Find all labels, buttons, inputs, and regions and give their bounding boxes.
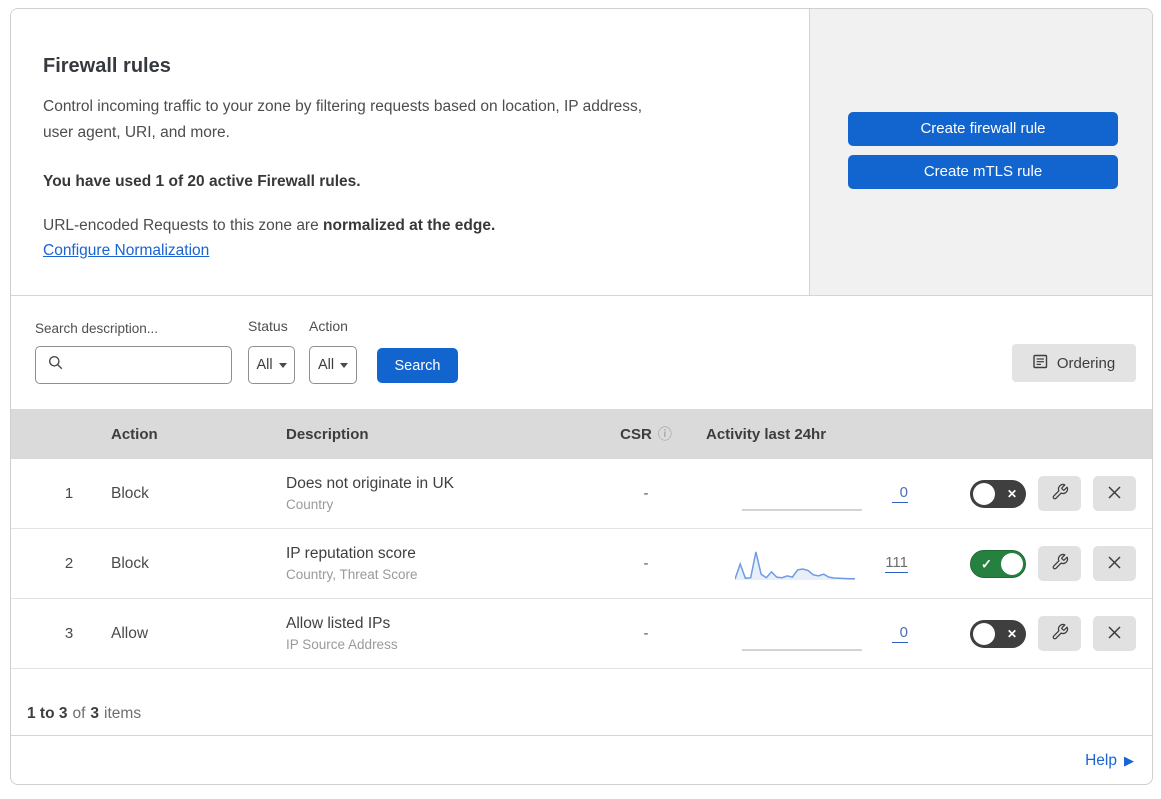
rule-action: Block xyxy=(111,554,149,572)
column-header-description: Description xyxy=(286,425,369,443)
activity-sparkline xyxy=(742,476,862,512)
table-row: 2 Block IP reputation score Country, Thr… xyxy=(11,529,1152,599)
activity-count-link[interactable]: 0 xyxy=(892,624,908,643)
table-row: 3 Allow Allow listed IPs IP Source Addre… xyxy=(11,599,1152,669)
item-range: 1 to 3 xyxy=(27,705,68,722)
close-icon xyxy=(1107,625,1122,643)
delete-rule-button[interactable] xyxy=(1093,476,1136,511)
create-mtls-rule-button[interactable]: Create mTLS rule xyxy=(848,155,1118,189)
rule-activity: 111 xyxy=(696,546,926,582)
info-icon[interactable]: ⓘ xyxy=(658,424,672,444)
arrow-right-icon: ▶ xyxy=(1124,753,1134,768)
rule-activity: 0 xyxy=(696,616,926,652)
search-label: Search description... xyxy=(35,321,159,336)
list-icon xyxy=(1033,354,1048,373)
toggle-state-icon: ✓ xyxy=(981,556,992,571)
top-section: Firewall rules Control incoming traffic … xyxy=(11,9,1152,296)
table-row: 1 Block Does not originate in UK Country… xyxy=(11,459,1152,529)
rule-criteria: Country xyxy=(286,497,334,512)
toggle-state-icon: ✕ xyxy=(1006,626,1017,641)
toggle-knob xyxy=(973,482,995,505)
rule-description: Allow listed IPs IP Source Address xyxy=(286,615,596,652)
status-label: Status xyxy=(248,318,288,334)
status-dropdown[interactable]: All xyxy=(248,346,295,384)
edit-rule-button[interactable] xyxy=(1038,476,1081,511)
wrench-icon xyxy=(1051,553,1069,574)
description-line-2: user agent, URI, and more. xyxy=(43,124,230,141)
rule-criteria: IP Source Address xyxy=(286,637,398,652)
ordering-button[interactable]: Ordering xyxy=(1012,344,1136,382)
page-title: Firewall rules xyxy=(43,55,171,77)
usage-summary: You have used 1 of 20 active Firewall ru… xyxy=(43,173,361,190)
close-icon xyxy=(1107,555,1122,573)
rule-action: Block xyxy=(111,484,149,502)
item-total: 3 xyxy=(90,705,100,722)
rule-controls: ✓ xyxy=(926,546,1152,581)
actions-panel: Create firewall rule Create mTLS rule xyxy=(810,9,1152,295)
toggle-knob xyxy=(973,622,995,645)
search-button[interactable]: Search xyxy=(377,348,458,383)
rule-description: IP reputation score Country, Threat Scor… xyxy=(286,545,596,582)
action-dropdown[interactable]: All xyxy=(309,346,357,384)
chevron-down-icon xyxy=(340,362,349,368)
rule-controls: ✕ xyxy=(926,616,1152,651)
wrench-icon xyxy=(1051,483,1069,504)
intro-card: Firewall rules Control incoming traffic … xyxy=(11,9,810,295)
create-firewall-rule-button[interactable]: Create firewall rule xyxy=(848,112,1118,146)
edit-rule-button[interactable] xyxy=(1038,616,1081,651)
toggle-knob xyxy=(1001,552,1023,575)
pagination-summary: 1 to 3 of 3 items xyxy=(27,705,142,722)
firewall-rules-panel: Firewall rules Control incoming traffic … xyxy=(10,8,1153,785)
edit-rule-button[interactable] xyxy=(1038,546,1081,581)
chevron-down-icon xyxy=(278,362,287,368)
rule-csr: - xyxy=(643,555,649,572)
configure-normalization-link[interactable]: Configure Normalization xyxy=(43,242,209,260)
column-header-activity: Activity last 24hr xyxy=(706,425,827,443)
normalization-note: URL-encoded Requests to this zone are no… xyxy=(43,217,496,234)
filter-bar: Search description... Status Action All … xyxy=(11,296,1152,409)
rule-controls: ✕ xyxy=(926,476,1152,511)
toggle-state-icon: ✕ xyxy=(1006,486,1017,501)
rule-priority: 2 xyxy=(64,555,74,572)
wrench-icon xyxy=(1051,623,1069,644)
rule-action: Allow xyxy=(111,624,149,642)
description-line-1: Control incoming traffic to your zone by… xyxy=(43,98,643,115)
rule-enable-toggle[interactable]: ✕ xyxy=(970,619,1026,648)
activity-sparkline xyxy=(742,616,862,652)
rule-enable-toggle[interactable]: ✓ xyxy=(970,549,1026,578)
help-link[interactable]: Help ▶ xyxy=(1085,752,1134,770)
rule-priority: 3 xyxy=(64,625,74,642)
activity-count-link[interactable]: 111 xyxy=(885,554,908,573)
table-header: Action Description CSR ⓘ Activity last 2… xyxy=(11,409,1152,459)
rule-csr: - xyxy=(643,485,649,502)
rule-criteria: Country, Threat Score xyxy=(286,567,418,582)
column-header-action: Action xyxy=(111,425,158,443)
page-description: Control incoming traffic to your zone by… xyxy=(43,94,769,146)
close-icon xyxy=(1107,485,1122,503)
column-header-csr: CSR ⓘ xyxy=(620,424,672,444)
help-row: Help ▶ xyxy=(11,735,1152,784)
rule-csr: - xyxy=(643,625,649,642)
rule-activity: 0 xyxy=(696,476,926,512)
rule-description: Does not originate in UK Country xyxy=(286,475,596,512)
delete-rule-button[interactable] xyxy=(1093,616,1136,651)
activity-sparkline xyxy=(735,546,856,582)
action-label: Action xyxy=(309,318,348,334)
rule-enable-toggle[interactable]: ✕ xyxy=(970,479,1026,508)
search-input[interactable] xyxy=(35,346,232,384)
activity-count-link[interactable]: 0 xyxy=(892,484,908,503)
search-icon xyxy=(48,355,64,376)
rule-priority: 1 xyxy=(64,485,74,502)
delete-rule-button[interactable] xyxy=(1093,546,1136,581)
